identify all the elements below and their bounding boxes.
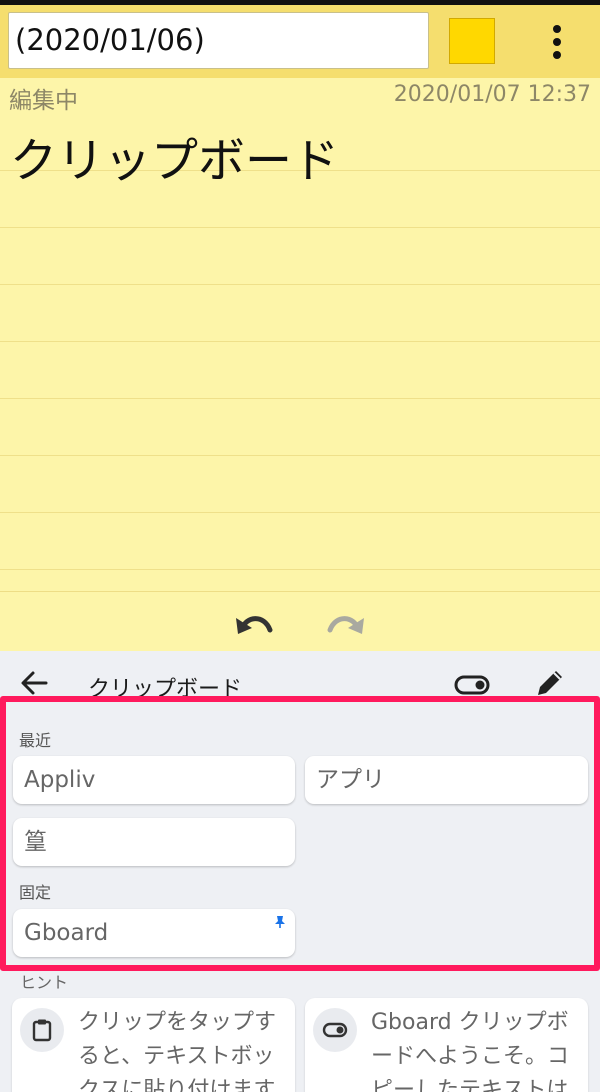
note-color-button[interactable] — [449, 18, 495, 64]
clip-item[interactable]: アプリ — [305, 756, 588, 804]
hint-card: Gboard クリップボードへようこそ。コピーしたテキストは — [305, 998, 588, 1092]
pinned-clip-item[interactable]: Gboard — [13, 909, 295, 957]
recent-section-label: 最近 — [19, 731, 52, 750]
pinned-clip-text: Gboard — [24, 920, 109, 946]
redo-button[interactable] — [322, 604, 368, 644]
clipboard-icon — [32, 1019, 52, 1042]
pinned-section-label: 固定 — [19, 883, 52, 902]
note-title-bar: (2020/01/06) — [0, 5, 600, 78]
pin-icon — [275, 916, 285, 928]
clip-item[interactable]: 篁 — [13, 818, 295, 866]
note-meta-row: 編集中 2020/01/07 12:37 — [0, 78, 600, 114]
note-body-area[interactable]: クリップボード — [0, 114, 600, 591]
note-title-input[interactable]: (2020/01/06) — [8, 12, 429, 69]
edit-status: 編集中 — [9, 88, 78, 114]
hint-text: Gboard クリップボードへようこそ。コピーしたテキストは — [371, 1010, 570, 1092]
more-vert-icon-dot — [553, 38, 561, 46]
hint-section-label: ヒント — [20, 973, 69, 992]
clipboard-highlight-box: 最近 Appliv アプリ 篁 固定 Gboard — [0, 696, 600, 971]
undo-redo-bar — [0, 591, 600, 651]
gboard-clipboard-panel: クリップボード 最近 Appliv アプリ 篁 固定 Gboard ヒント クリ… — [0, 651, 600, 1092]
more-vert-icon-dot — [553, 25, 561, 33]
hint-icon-circle — [313, 1008, 357, 1052]
hint-text: クリップをタップすると、テキストボックスに貼り付けます — [78, 1010, 277, 1092]
redo-icon — [327, 616, 364, 634]
clipboard-header: クリップボード — [0, 651, 600, 702]
undo-button[interactable] — [232, 604, 278, 644]
more-options-button[interactable] — [537, 21, 577, 63]
note-timestamp: 2020/01/07 12:37 — [393, 82, 591, 107]
toggle-icon — [322, 1022, 348, 1038]
clip-item[interactable]: Appliv — [13, 756, 295, 804]
hint-icon-circle — [20, 1008, 64, 1052]
undo-icon — [236, 616, 273, 634]
hint-card: クリップをタップすると、テキストボックスに貼り付けます — [12, 998, 295, 1092]
note-body-text[interactable]: クリップボード — [10, 122, 339, 191]
more-vert-icon-dot — [553, 51, 561, 59]
